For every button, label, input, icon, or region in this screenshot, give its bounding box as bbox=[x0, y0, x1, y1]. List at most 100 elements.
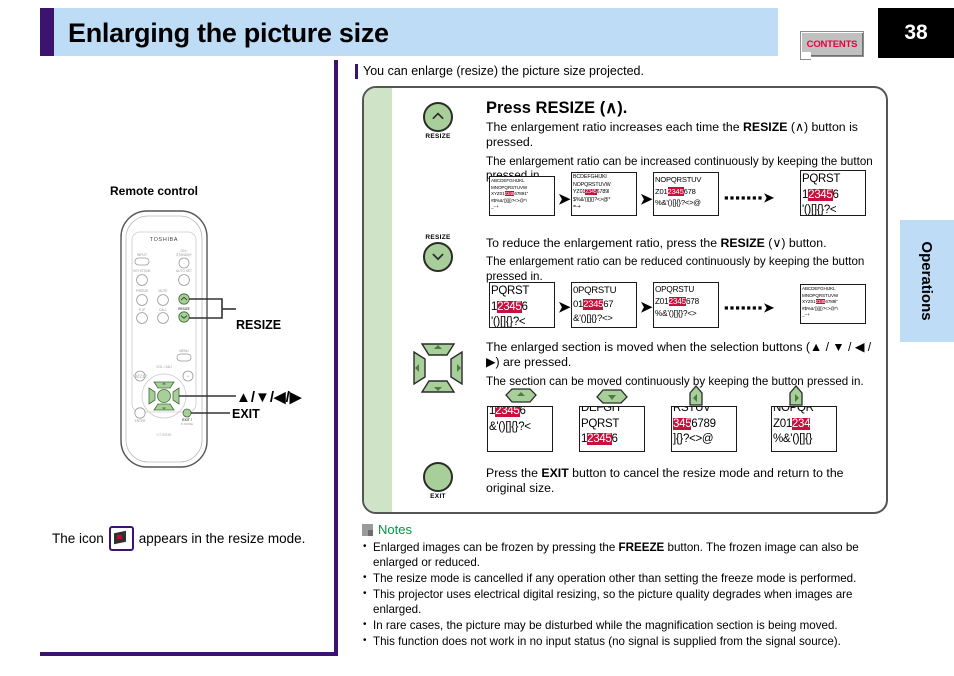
enlarge-dots-arrow: ▪▪▪▪▪▪▪➤ bbox=[724, 190, 776, 205]
page-title: Enlarging the picture size bbox=[68, 18, 389, 48]
resize-mode-icon-note: The icon appears in the resize mode. bbox=[52, 526, 305, 551]
move-frame-right-row1: NOPQR bbox=[773, 406, 814, 414]
procedure-box: RESIZE Press RESIZE (∧). The enlargement… bbox=[362, 86, 888, 514]
reduce-frame-1-row2: 123456 bbox=[491, 300, 528, 313]
section-tab-label: Operations bbox=[918, 241, 936, 321]
move-frame-up-row1: 123456 bbox=[489, 406, 526, 417]
step3-sub: The section can be moved continuously by… bbox=[486, 374, 864, 388]
arrow-down-pad-icon bbox=[596, 389, 628, 404]
move-frame-up: 123456 &'()[]{}?< bbox=[487, 406, 553, 452]
move-frame-down: DEFGH PQRST 123456 bbox=[579, 406, 645, 452]
icon-note-suffix: appears in the resize mode. bbox=[138, 531, 306, 546]
intro-text: You can enlarge (resize) the picture siz… bbox=[363, 64, 644, 78]
step2-sub: The enlargement ratio can be reduced con… bbox=[486, 255, 865, 283]
move-frame-down-row3: 123456 bbox=[581, 433, 618, 445]
reduce-frame-3-row2: Z012345678 bbox=[655, 297, 699, 307]
enlarge-frame-2-row2: NOPQRSTUVW bbox=[573, 181, 611, 188]
reduce-frame-2: 0PQRSTU 01234567 &'()[]{}?<> bbox=[571, 282, 637, 328]
reduce-arrow-2: ➤ bbox=[640, 299, 653, 316]
note-0-bold: FREEZE bbox=[618, 541, 665, 554]
section-tab-operations: Operations bbox=[900, 220, 954, 342]
enlarge-frame-1-row1: ABCDEFGHIJKL bbox=[491, 178, 525, 183]
resize-down-button-label: RESIZE bbox=[425, 234, 451, 241]
move-frame-right: NOPQR Z01234 %&'()[]{} bbox=[771, 406, 837, 452]
reduce-frame-2-row3: &'()[]{}?<> bbox=[573, 313, 613, 324]
reduce-frame-1-row1: PQRST bbox=[491, 285, 530, 297]
enlarge-frame-2: BCDEFGHIJKl NOPQRSTUVW YZ0123456789l $%&… bbox=[571, 172, 637, 216]
resize-mode-icon bbox=[108, 526, 134, 551]
resize-up-button-icon[interactable]: RESIZE bbox=[408, 102, 468, 140]
reduce-arrow-1: ➤ bbox=[558, 299, 571, 316]
chevron-down-icon bbox=[432, 253, 444, 261]
step2-text-b: (∨) button. bbox=[764, 236, 827, 250]
note-item: This projector uses electrical digital r… bbox=[362, 587, 892, 617]
reduce-frame-1: PQRST 123456 '()[]{}?< bbox=[489, 282, 555, 328]
header-accent-bar bbox=[40, 8, 54, 56]
notes-title: Notes bbox=[378, 522, 412, 537]
reduce-frame-4-row4: #$%&'()[]{}?<>@*\ bbox=[802, 305, 838, 311]
contents-button-tab bbox=[800, 52, 811, 60]
enlarge-frame-3-row1: NOPQRSTUV bbox=[655, 175, 702, 184]
enlarge-frame-4-row1: PQRST bbox=[802, 173, 841, 185]
enlarge-frame-2-row5: =-+ bbox=[573, 204, 581, 211]
step2-text: To reduce the enlargement ratio, press t… bbox=[486, 236, 886, 251]
enlarge-frame-1-row5: _−+ bbox=[491, 204, 499, 210]
enlarge-frame-1-row4: #$%&'()[]{}?<>@*\ bbox=[491, 197, 527, 203]
step2-text-bold: RESIZE bbox=[720, 236, 765, 250]
step1-text-bold: RESIZE bbox=[743, 120, 788, 134]
resize-down-button-icon[interactable]: RESIZE bbox=[408, 234, 468, 272]
arrow-up-pad-icon bbox=[505, 388, 537, 403]
move-frame-left-row2: 3456789 bbox=[673, 417, 716, 430]
move-frame-left-row3: ]{}?<>@ bbox=[673, 433, 714, 445]
reduce-frame-2-row2: 01234567 bbox=[573, 299, 614, 310]
procedure-box-stripe bbox=[364, 88, 392, 512]
step1-text-a: The enlargement ratio increases each tim… bbox=[486, 120, 744, 134]
chevron-up-icon bbox=[432, 112, 444, 120]
exit-button-label: EXIT bbox=[430, 493, 446, 500]
enlarge-frame-4-row2: 123456 bbox=[802, 188, 839, 201]
step1-text: The enlargement ratio increases each tim… bbox=[486, 120, 876, 151]
reduce-frame-1-row3: '()[]{}?< bbox=[491, 316, 526, 328]
note-item: This function does not work in no input … bbox=[362, 634, 892, 649]
notes-header: Notes bbox=[362, 522, 892, 537]
remote-control-caption: Remote control bbox=[110, 184, 199, 198]
note-item: Enlarged images can be frozen by pressin… bbox=[362, 540, 892, 570]
resize-up-button-label: RESIZE bbox=[425, 133, 451, 140]
step3-text: The enlarged section is moved when the s… bbox=[486, 340, 872, 370]
contents-button-label: CONTENTS bbox=[806, 38, 858, 50]
reduce-frame-4-row2: MNOPQRSTUVW bbox=[802, 292, 839, 298]
enlarge-frame-3-row2: Z012345678 bbox=[655, 186, 696, 196]
move-frame-right-row2: Z01234 bbox=[773, 417, 811, 430]
enlarge-arrow-1: ➤ bbox=[558, 191, 571, 208]
exit-button-icon[interactable]: EXIT bbox=[408, 462, 468, 500]
callout-label-direction-buttons: ▲/▼/◀/▶ bbox=[236, 389, 302, 406]
step4-text-bold: EXIT bbox=[541, 466, 569, 480]
reduce-frame-2-row1: 0PQRSTU bbox=[573, 285, 617, 296]
reduce-frame-4-row3: XYZ0123456789l" bbox=[802, 299, 838, 305]
reduce-frame-3-row1: OPQRSTU bbox=[655, 285, 695, 294]
enlarge-frame-3: NOPQRSTUV Z012345678 %&'()[]{}?<>@ bbox=[653, 172, 719, 216]
note-item: In rare cases, the picture may be distur… bbox=[362, 618, 892, 633]
enlarge-frame-1-row3: XYZ01234567891" bbox=[491, 191, 529, 197]
reduce-frame-4-row1: ABCDEFGHIJKL bbox=[802, 286, 836, 291]
reduce-dots-arrow: ▪▪▪▪▪▪▪➤ bbox=[724, 300, 776, 315]
move-frame-right-row3: %&'()[]{} bbox=[773, 433, 813, 445]
move-frame-down-row2: PQRST bbox=[581, 417, 620, 430]
enlarge-frame-2-row4: $%&'()[]{}?<>@* bbox=[573, 196, 611, 203]
note-item: The resize mode is cancelled if any oper… bbox=[362, 571, 892, 586]
move-frame-left: RSTUV 3456789 ]{}?<>@ bbox=[671, 406, 737, 452]
direction-pad-icon[interactable] bbox=[410, 340, 466, 396]
notes-icon bbox=[362, 523, 373, 536]
reduce-frame-3: OPQRSTU Z012345678 %&'()[]{}?<> bbox=[653, 282, 719, 328]
callout-label-exit: EXIT bbox=[232, 407, 260, 421]
page-number-badge: 38 bbox=[878, 8, 954, 58]
icon-note-prefix: The icon bbox=[52, 531, 104, 546]
reduce-frame-3-row3: %&'()[]{}?<> bbox=[655, 309, 697, 319]
step1-title: Press RESIZE (∧). bbox=[486, 99, 628, 117]
move-frame-up-row2: &'()[]{}?< bbox=[489, 420, 531, 433]
remote-callout-lines bbox=[179, 298, 236, 414]
note-0-pre: Enlarged images can be frozen by pressin… bbox=[373, 541, 619, 554]
intro-accent-bar bbox=[355, 64, 358, 79]
reduce-frame-4: ABCDEFGHIJKL MNOPQRSTUVW XYZ0123456789l"… bbox=[800, 284, 866, 324]
move-frame-down-row1: DEFGH bbox=[581, 406, 620, 414]
